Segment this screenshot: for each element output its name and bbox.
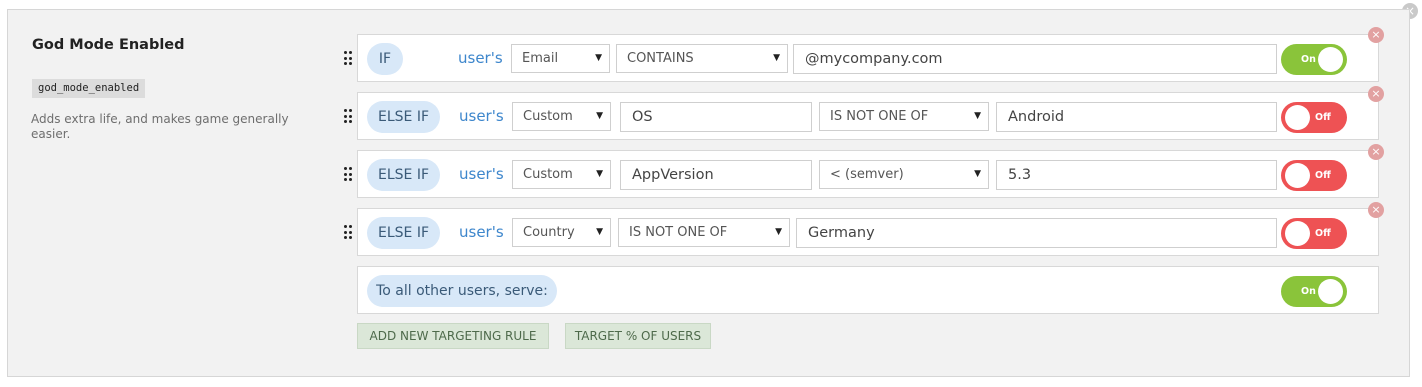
toggle-knob: [1285, 105, 1310, 130]
attribute-select[interactable]: Email ▼: [511, 44, 610, 73]
default-rule: To all other users, serve: On: [357, 266, 1379, 314]
custom-attribute-input[interactable]: AppVersion: [620, 160, 812, 190]
chevron-down-icon: ▼: [596, 111, 603, 121]
operator-select-value: CONTAINS: [627, 51, 694, 66]
attribute-select-value: Country: [523, 225, 575, 240]
value-input[interactable]: @mycompany.com: [793, 44, 1277, 74]
toggle-label: Off: [1315, 228, 1331, 239]
chevron-down-icon: ▼: [974, 169, 981, 179]
condition-pill: ELSE IF: [367, 159, 440, 191]
drag-handle-icon[interactable]: [344, 51, 352, 65]
operator-select[interactable]: IS NOT ONE OF ▼: [618, 218, 790, 247]
drag-handle-icon[interactable]: [344, 167, 352, 181]
users-label: user's: [459, 223, 504, 241]
condition-pill: ELSE IF: [367, 101, 440, 133]
value-input[interactable]: Android: [996, 102, 1277, 132]
drag-handle-icon[interactable]: [344, 225, 352, 239]
serve-toggle[interactable]: On: [1281, 44, 1347, 75]
add-targeting-rule-button[interactable]: ADD NEW TARGETING RULE: [357, 323, 549, 349]
attribute-select[interactable]: Custom ▼: [512, 102, 611, 131]
condition-pill: IF: [367, 43, 403, 75]
value-input[interactable]: Germany: [796, 218, 1277, 248]
chevron-down-icon: ▼: [596, 169, 603, 179]
operator-select[interactable]: IS NOT ONE OF ▼: [819, 102, 989, 131]
attribute-select-value: Email: [522, 51, 559, 66]
toggle-label: On: [1301, 286, 1316, 297]
operator-select[interactable]: CONTAINS ▼: [616, 44, 788, 73]
remove-rule-icon[interactable]: ×: [1368, 86, 1384, 102]
toggle-label: Off: [1315, 170, 1331, 181]
custom-attribute-input[interactable]: OS: [620, 102, 812, 132]
drag-handle-icon[interactable]: [344, 109, 352, 123]
targeting-rule: IF user's Email ▼ CONTAINS ▼ @mycompany.co…: [357, 34, 1379, 82]
targeting-rule: ELSE IF user's Country ▼ IS NOT ONE OF ▼ G…: [357, 208, 1379, 256]
targeting-rule: ELSE IF user's Custom ▼ OS IS NOT ONE OF ▼…: [357, 92, 1379, 140]
toggle-knob: [1285, 163, 1310, 188]
feature-flag-key: god_mode_enabled: [32, 79, 146, 98]
attribute-select[interactable]: Custom ▼: [512, 160, 611, 189]
remove-rule-icon[interactable]: ×: [1368, 27, 1384, 43]
operator-select-value: IS NOT ONE OF: [830, 109, 929, 124]
users-label: user's: [458, 49, 503, 67]
operator-select[interactable]: < (semver) ▼: [819, 160, 989, 189]
remove-rule-icon[interactable]: ×: [1368, 144, 1384, 160]
targeting-rule: ELSE IF user's Custom ▼ AppVersion < (sem…: [357, 150, 1379, 198]
value-input[interactable]: 5.3: [996, 160, 1277, 190]
serve-toggle[interactable]: Off: [1281, 218, 1347, 249]
operator-select-value: IS NOT ONE OF: [629, 225, 728, 240]
feature-flag-description: Adds extra life, and makes game generall…: [31, 112, 289, 141]
operator-select-value: < (semver): [830, 167, 904, 182]
chevron-down-icon: ▼: [595, 53, 602, 63]
users-label: user's: [459, 165, 504, 183]
serve-toggle[interactable]: Off: [1281, 160, 1347, 191]
chevron-down-icon: ▼: [596, 227, 603, 237]
toggle-label: Off: [1315, 112, 1331, 123]
chevron-down-icon: ▼: [974, 111, 981, 121]
attribute-select-value: Custom: [523, 167, 573, 182]
toggle-knob: [1285, 221, 1310, 246]
toggle-knob: [1318, 279, 1343, 304]
chevron-down-icon: ▼: [773, 53, 780, 63]
target-percent-users-button[interactable]: TARGET % OF USERS: [565, 323, 711, 349]
toggle-label: On: [1301, 54, 1316, 65]
users-label: user's: [459, 107, 504, 125]
toggle-knob: [1318, 47, 1343, 72]
remove-rule-icon[interactable]: ×: [1368, 202, 1384, 218]
default-rule-pill: To all other users, serve:: [367, 275, 557, 307]
serve-toggle[interactable]: Off: [1281, 102, 1347, 133]
feature-flag-name: God Mode Enabled: [32, 37, 185, 53]
attribute-select-value: Custom: [523, 109, 573, 124]
attribute-select[interactable]: Country ▼: [512, 218, 611, 247]
default-serve-toggle[interactable]: On: [1281, 276, 1347, 307]
condition-pill: ELSE IF: [367, 217, 440, 249]
chevron-down-icon: ▼: [775, 227, 782, 237]
